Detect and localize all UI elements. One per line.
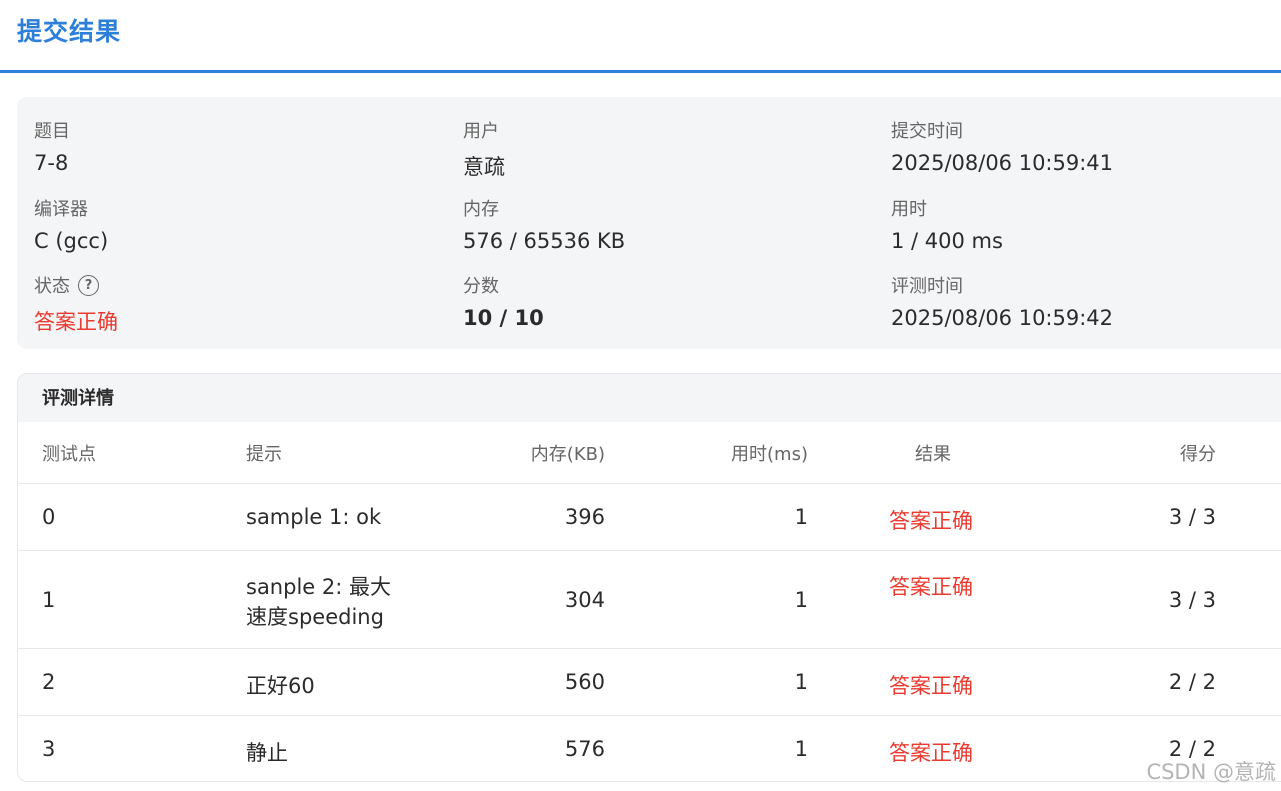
memory-value: 576 / 65536 KB [463,229,626,253]
hint-cell-line2: 速度speeding [246,605,384,629]
result-cell: 答案正确 [889,575,973,599]
hint-cell: sample 1: ok [246,505,382,529]
memory-cell: 304 [564,588,605,612]
col-time: 用时(ms) [731,444,808,465]
compiler-value: C (gcc) [34,229,109,253]
col-score: 得分 [1180,444,1216,465]
table-row: 1 sanple 2: 最大 速度speeding 304 1 答案正确 3 /… [18,551,1281,649]
score-value: 10 / 10 [463,306,544,330]
case-cell: 0 [42,505,56,529]
col-hint: 提示 [246,444,282,465]
details-title: 评测详情 [18,374,1281,422]
hint-cell: 正好60 [246,674,315,698]
submission-summary: 题目 7-8 用户 意疏 提交时间 2025/08/06 10:59:41 编译… [17,97,1281,349]
page-title: 提交结果 [17,17,122,46]
time-cell: 1 [794,737,808,761]
problem-value: 7-8 [34,151,69,175]
judge-details: 评测详情 测试点 提示 内存(KB) 用时(ms) 结果 得分 0 sample… [17,373,1281,782]
user-label: 用户 [463,121,499,142]
field-status: 状态 ? 答案正确 [34,272,118,336]
col-memory: 内存(KB) [530,444,605,465]
user-value: 意疏 [463,155,505,179]
field-judge-time: 评测时间 2025/08/06 10:59:42 [891,272,1113,330]
table-row: 0 sample 1: ok 396 1 答案正确 3 / 3 [18,484,1281,551]
time-cell: 1 [794,670,808,694]
table-row: 2 正好60 560 1 答案正确 2 / 2 [18,649,1281,716]
hint-cell-line1: sanple 2: 最大 [246,575,391,599]
case-cell: 3 [42,737,56,761]
case-cell: 1 [42,588,56,612]
field-time-used: 用时 1 / 400 ms [891,195,1003,253]
score-label: 分数 [463,276,499,297]
col-result: 结果 [915,444,951,465]
problem-label: 题目 [34,121,70,142]
score-cell: 3 / 3 [1168,588,1216,612]
result-cell: 答案正确 [889,741,973,765]
col-case: 测试点 [42,444,96,465]
field-problem: 题目 7-8 [34,117,70,175]
judge-time-label: 评测时间 [891,276,963,297]
result-cell: 答案正确 [889,509,973,533]
memory-label: 内存 [463,199,499,220]
judge-time-value: 2025/08/06 10:59:42 [891,306,1114,330]
submit-time-label: 提交时间 [891,121,963,142]
memory-cell: 560 [564,670,605,694]
time-used-label: 用时 [891,199,927,220]
field-user: 用户 意疏 [463,117,505,181]
case-cell: 2 [42,670,56,694]
help-icon[interactable]: ? [78,274,99,296]
page-header: 提交结果 [0,0,1281,73]
memory-cell: 396 [564,505,605,529]
memory-cell: 576 [564,737,605,761]
compiler-label: 编译器 [34,199,88,220]
status-value: 答案正确 [34,310,118,334]
time-cell: 1 [794,588,808,612]
submit-time-value: 2025/08/06 10:59:41 [891,151,1114,175]
field-score: 分数 10 / 10 [463,272,544,330]
field-submit-time: 提交时间 2025/08/06 10:59:41 [891,117,1113,175]
result-cell: 答案正确 [889,674,973,698]
score-cell: 3 / 3 [1168,505,1216,529]
score-cell: 2 / 2 [1168,670,1216,694]
time-used-value: 1 / 400 ms [891,229,1003,253]
watermark: CSDN @意疏 [1146,760,1276,784]
field-memory: 内存 576 / 65536 KB [463,195,625,253]
hint-cell: 静止 [246,741,288,765]
status-label-row: 状态 ? [34,272,118,298]
status-label: 状态 [34,276,70,297]
time-cell: 1 [794,505,808,529]
table-row: 3 静止 576 1 答案正确 2 / 2 [18,716,1281,781]
table-header: 测试点 提示 内存(KB) 用时(ms) 结果 得分 [18,422,1281,484]
field-compiler: 编译器 C (gcc) [34,195,108,253]
